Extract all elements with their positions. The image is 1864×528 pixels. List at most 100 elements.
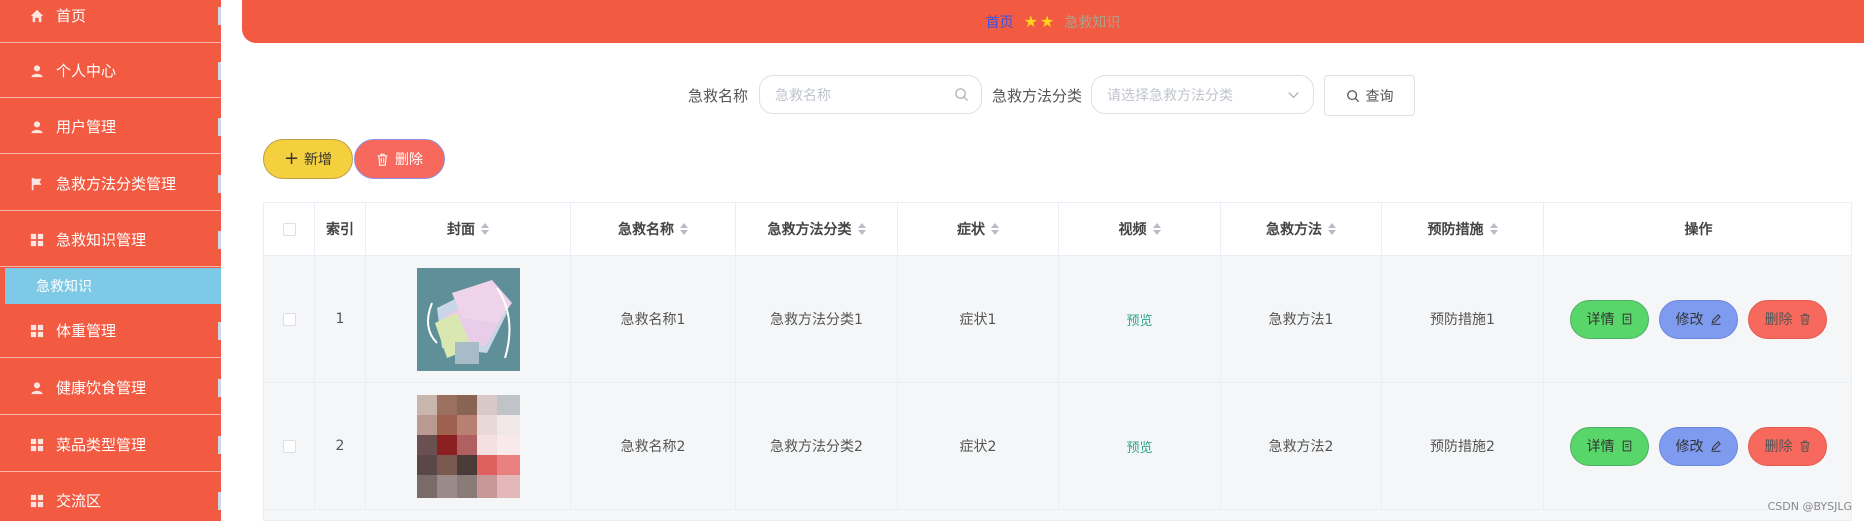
- sort-icon[interactable]: [680, 223, 688, 235]
- select-all-cell[interactable]: [264, 203, 315, 255]
- plus-icon: +: [283, 148, 300, 169]
- sidebar-subitem-first-aid-knowledge[interactable]: 急救知识: [5, 268, 221, 304]
- sidebar-item-edge: [218, 492, 221, 510]
- cover-image[interactable]: [416, 394, 520, 498]
- method-cell: 急救方法1: [1221, 256, 1382, 382]
- column-header-actions: 操作: [1544, 203, 1851, 255]
- column-header-category[interactable]: 急救方法分类: [736, 203, 898, 255]
- remove-button[interactable]: 删除: [1748, 299, 1827, 339]
- row-select-cell[interactable]: [264, 256, 315, 382]
- sidebar-item-label: 健康饮食管理: [56, 379, 147, 397]
- edit-button[interactable]: 修改: [1659, 299, 1738, 339]
- row-select-cell[interactable]: [264, 383, 315, 509]
- sort-icon[interactable]: [1328, 223, 1336, 235]
- detail-button[interactable]: 详情: [1570, 426, 1649, 466]
- document-icon: [1622, 440, 1631, 452]
- breadcrumb-current: 急救知识: [1064, 14, 1121, 31]
- query-button-label: 查询: [1365, 88, 1394, 105]
- table-header-row: 索引 封面 急救名称 急救方法分类 症状 视频 急救方法 预防措施 操作: [264, 203, 1851, 256]
- column-header-label: 急救名称: [618, 222, 674, 238]
- sidebar-item-edge: [218, 379, 221, 397]
- sidebar-item-first-aid-knowledge[interactable]: 急救知识管理: [0, 213, 221, 267]
- column-header-symptom[interactable]: 症状: [898, 203, 1059, 255]
- row-checkbox[interactable]: [282, 312, 296, 326]
- batch-delete-button[interactable]: 删除: [354, 139, 445, 179]
- column-header-cover[interactable]: 封面: [366, 203, 571, 255]
- column-header-index: 索引: [315, 203, 366, 255]
- column-header-label: 封面: [447, 222, 475, 238]
- row-checkbox[interactable]: [282, 439, 296, 453]
- sidebar-item-dish-type[interactable]: 菜品类型管理: [0, 418, 221, 472]
- method-cell: 急救方法2: [1221, 383, 1382, 509]
- remove-button-label: 删除: [1764, 439, 1793, 455]
- detail-button[interactable]: 详情: [1570, 299, 1649, 339]
- add-button[interactable]: + 新增: [263, 139, 353, 179]
- index-cell: 2: [315, 383, 366, 509]
- search-name-input[interactable]: 急救名称: [759, 75, 982, 114]
- column-header-name[interactable]: 急救名称: [571, 203, 736, 255]
- remove-button-label: 删除: [1764, 312, 1793, 328]
- select-all-checkbox[interactable]: [282, 222, 296, 236]
- sidebar-item-edge: [218, 436, 221, 454]
- sort-icon[interactable]: [481, 223, 489, 235]
- grid-icon: [30, 233, 44, 247]
- breadcrumb-home-link[interactable]: 首页: [986, 12, 1014, 32]
- sidebar-item-users[interactable]: 用户管理: [0, 100, 221, 154]
- column-header-prevention[interactable]: 预防措施: [1382, 203, 1544, 255]
- sidebar-item-home[interactable]: 首页: [0, 0, 221, 43]
- search-category-select[interactable]: 请选择急救方法分类: [1091, 75, 1314, 114]
- sort-icon[interactable]: [991, 223, 999, 235]
- flag-icon: [30, 177, 44, 191]
- sort-icon[interactable]: [1489, 223, 1498, 235]
- edit-button[interactable]: 修改: [1659, 426, 1738, 466]
- prevention-cell: 预防措施2: [1382, 383, 1544, 509]
- breadcrumb: 首页 ★★ 急救知识: [242, 0, 1864, 43]
- column-header-label: 急救方法分类: [767, 222, 852, 238]
- trash-icon: [1800, 313, 1809, 325]
- symptom-cell: 症状2: [898, 383, 1059, 509]
- query-button[interactable]: 查询: [1324, 75, 1415, 116]
- actions-cell: 详情 修改 删除: [1544, 383, 1851, 509]
- remove-button[interactable]: 删除: [1748, 426, 1827, 466]
- sidebar-item-first-aid-category[interactable]: 急救方法分类管理: [0, 157, 221, 211]
- search-name-label: 急救名称: [688, 87, 749, 105]
- user-icon: [30, 64, 44, 78]
- video-preview-link[interactable]: 预览: [1126, 310, 1152, 329]
- sidebar-item-forum[interactable]: 交流区: [0, 474, 221, 528]
- video-preview-link[interactable]: 预览: [1126, 437, 1152, 456]
- column-header-method[interactable]: 急救方法: [1221, 203, 1382, 255]
- sort-icon[interactable]: [1152, 223, 1161, 235]
- table-row-partial: [264, 510, 1851, 520]
- category-cell: 急救方法分类1: [736, 256, 898, 382]
- column-header-label: 预防措施: [1427, 222, 1484, 238]
- prevention-cell: 预防措施1: [1382, 256, 1544, 382]
- sidebar-item-label: 交流区: [56, 492, 102, 510]
- sidebar-item-diet[interactable]: 健康饮食管理: [0, 361, 221, 415]
- search-category-placeholder: 请选择急救方法分类: [1107, 87, 1233, 104]
- sidebar-item-profile[interactable]: 个人中心: [0, 44, 221, 98]
- star-icon: ★★: [1023, 12, 1057, 31]
- search-icon: [1346, 89, 1359, 102]
- table-row: 1 急救名称1 急救方法分类1 症状1 预览 急救方法1 预防措施1 详情 修改…: [264, 256, 1851, 383]
- sort-icon[interactable]: [857, 223, 866, 235]
- sidebar-item-weight[interactable]: 体重管理: [0, 304, 221, 358]
- sidebar-item-label: 体重管理: [56, 322, 117, 340]
- home-icon: [30, 9, 44, 23]
- column-header-video[interactable]: 视频: [1059, 203, 1221, 255]
- document-icon: [1622, 313, 1631, 325]
- detail-button-label: 详情: [1586, 439, 1615, 455]
- detail-button-label: 详情: [1586, 312, 1615, 328]
- trash-icon: [1800, 440, 1809, 452]
- user-icon: [30, 381, 44, 395]
- cover-image[interactable]: [416, 267, 520, 371]
- actions-cell: 详情 修改 删除: [1544, 256, 1851, 382]
- category-cell: 急救方法分类2: [736, 383, 898, 509]
- column-header-label: 索引: [326, 222, 354, 238]
- first-aid-table: 索引 封面 急救名称 急救方法分类 症状 视频 急救方法 预防措施 操作 1 急…: [263, 202, 1852, 521]
- column-header-label: 急救方法: [1266, 222, 1322, 238]
- watermark: CSDN @BYSJLG: [1767, 500, 1852, 513]
- sidebar-item-label: 用户管理: [56, 118, 117, 136]
- sidebar-item-edge: [218, 7, 221, 25]
- sidebar-item-edge: [218, 175, 221, 193]
- pencil-icon: [1711, 441, 1721, 452]
